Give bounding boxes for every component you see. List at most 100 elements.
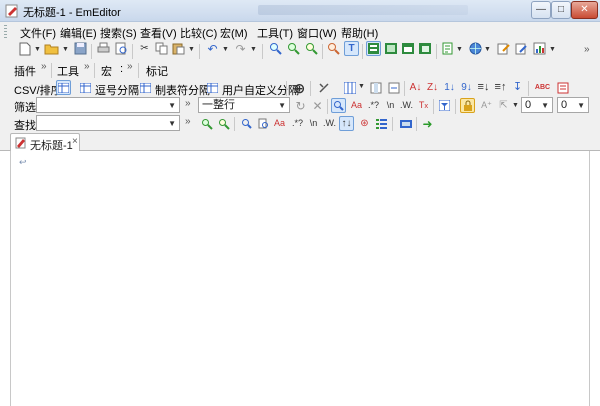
find-regex-icon[interactable]: .*? xyxy=(290,116,305,131)
globe-icon[interactable] xyxy=(468,41,483,56)
filter-column-icon[interactable] xyxy=(437,98,452,113)
copy-icon[interactable] xyxy=(154,41,169,56)
context-lines-after-arrow[interactable]: ▼ xyxy=(577,99,585,113)
add-column-icon[interactable]: ⊕ xyxy=(292,80,307,95)
split-window-icon[interactable] xyxy=(383,41,398,56)
find-highlight-icon[interactable]: ↑↓ xyxy=(339,116,354,131)
sort-length-descending-icon[interactable]: ≡↑ xyxy=(493,80,508,95)
filter-overflow-chevron[interactable]: » xyxy=(185,98,191,109)
tab-separated-icon[interactable] xyxy=(138,80,153,95)
column-width-icon[interactable] xyxy=(386,80,401,95)
toggle-highlight-icon[interactable]: T xyxy=(344,41,359,56)
context-lines-after-select[interactable]: 0 ▼ xyxy=(557,97,589,113)
find-bookmark-icon[interactable]: ⊛ xyxy=(357,116,372,131)
chart-icon[interactable] xyxy=(532,41,547,56)
find-in-files-icon[interactable] xyxy=(256,116,271,131)
menu-view[interactable]: 查看(V) xyxy=(140,25,177,41)
find-input[interactable]: ▼ xyxy=(36,115,180,131)
macros-overflow-chevron[interactable]: » xyxy=(127,61,133,72)
open-folder-icon[interactable] xyxy=(44,41,59,56)
find-next-icon[interactable] xyxy=(286,41,301,56)
sort-custom-icon[interactable]: ↧ xyxy=(510,80,525,95)
redo-icon[interactable]: ↷ xyxy=(233,41,248,56)
menu-help[interactable]: 帮助(H) xyxy=(341,25,378,41)
match-case-icon[interactable]: Aa xyxy=(349,98,364,113)
view-mode-icon[interactable] xyxy=(366,41,381,56)
find-whole-word-icon[interactable]: .W. xyxy=(322,116,337,131)
column-layout-icon[interactable] xyxy=(342,80,357,95)
select-column-icon[interactable] xyxy=(368,80,383,95)
find-dropdown-arrow[interactable]: ▼ xyxy=(168,117,176,131)
fix-column-icon[interactable] xyxy=(316,80,331,95)
close-tab-icon[interactable]: × xyxy=(72,136,78,147)
lock-filter-icon[interactable] xyxy=(460,98,475,113)
sort-numeric-descending-icon[interactable]: 9↓ xyxy=(459,80,474,95)
replace-icon[interactable] xyxy=(326,41,341,56)
filter-search-icon[interactable] xyxy=(331,98,346,113)
document-properties-icon[interactable] xyxy=(440,41,455,56)
filter-share-icon[interactable]: ⇱ xyxy=(496,98,511,113)
find-overflow-chevron[interactable]: » xyxy=(185,116,191,127)
user-defined-separated-icon[interactable] xyxy=(205,80,220,95)
context-lines-before-arrow[interactable]: ▼ xyxy=(541,99,549,113)
tools-overflow-chevron[interactable]: » xyxy=(84,61,90,72)
menu-macro[interactable]: 宏(M) xyxy=(220,25,248,41)
whole-word-icon[interactable]: .W. xyxy=(399,98,414,113)
sort-length-icon[interactable]: ≡↓ xyxy=(476,80,491,95)
document-tab[interactable]: 无标题-1 × xyxy=(10,133,80,152)
find-match-case-icon[interactable]: Aa xyxy=(272,116,287,131)
menu-search[interactable]: 搜索(S) xyxy=(100,25,137,41)
close-button[interactable]: ✕ xyxy=(571,1,598,19)
filter-input[interactable]: ▼ xyxy=(36,97,180,113)
new-file-icon[interactable] xyxy=(17,41,32,56)
find-toolbar-options-icon[interactable] xyxy=(398,116,413,131)
column-layout-dropdown-arrow[interactable]: ▼ xyxy=(358,83,365,90)
spell-check-icon[interactable]: ABC xyxy=(535,80,550,95)
comma-separated-icon[interactable] xyxy=(78,80,93,95)
cut-icon[interactable]: ✂ xyxy=(137,41,152,56)
customize-icon[interactable] xyxy=(496,41,511,56)
new-dropdown-arrow[interactable]: ▼ xyxy=(34,46,41,53)
save-icon[interactable] xyxy=(73,41,88,56)
find-escape-sequence-icon[interactable]: \n xyxy=(306,116,321,131)
escape-sequence-icon[interactable]: \n xyxy=(383,98,398,113)
open-dropdown-arrow[interactable]: ▼ xyxy=(62,46,69,53)
properties-dropdown-arrow[interactable]: ▼ xyxy=(456,46,463,53)
go-arrow-icon[interactable]: ➜ xyxy=(420,116,435,131)
context-lines-before-select[interactable]: 0 ▼ xyxy=(521,97,553,113)
toolbar-overflow-chevron[interactable]: » xyxy=(584,44,590,55)
minimize-button[interactable]: — xyxy=(531,1,551,19)
paste-icon[interactable] xyxy=(171,41,186,56)
regex-icon[interactable]: .*? xyxy=(366,98,381,113)
csv-normal-mode-icon[interactable] xyxy=(56,80,71,95)
chart-dropdown-arrow[interactable]: ▼ xyxy=(549,46,556,53)
clear-filter-icon[interactable]: ✕ xyxy=(310,98,325,113)
menu-grip[interactable] xyxy=(4,25,7,38)
paste-dropdown-arrow[interactable]: ▼ xyxy=(188,46,195,53)
sort-descending-icon[interactable]: Z↓ xyxy=(425,80,440,95)
find-icon[interactable] xyxy=(268,41,283,56)
csv-export-icon[interactable] xyxy=(555,80,570,95)
filter-dropdown-arrow[interactable]: ▼ xyxy=(168,99,176,113)
menu-file[interactable]: 文件(F) xyxy=(20,25,56,41)
configuration-icon[interactable] xyxy=(514,41,529,56)
maximize-button[interactable]: □ xyxy=(551,1,571,19)
print-preview-icon[interactable] xyxy=(114,41,129,56)
filter-mode-select[interactable]: 一整行 ▼ xyxy=(198,97,290,113)
menu-compare[interactable]: 比较(C) xyxy=(180,25,217,41)
sort-numeric-ascending-icon[interactable]: 1↓ xyxy=(442,80,457,95)
menu-edit[interactable]: 编辑(E) xyxy=(60,25,97,41)
menu-tools[interactable]: 工具(T) xyxy=(257,25,293,41)
find-previous-green-icon[interactable] xyxy=(216,116,231,131)
advanced-filter-icon[interactable]: A⁺ xyxy=(479,98,494,113)
filter-mode-dropdown-arrow[interactable]: ▼ xyxy=(278,99,286,113)
find-extract-icon[interactable] xyxy=(374,116,389,131)
text-editor-area[interactable]: ↩ xyxy=(10,151,590,406)
find-dialog-icon[interactable] xyxy=(239,116,254,131)
cascade-windows-icon[interactable] xyxy=(417,41,432,56)
redo-dropdown-arrow[interactable]: ▼ xyxy=(250,46,257,53)
find-next-green-icon[interactable] xyxy=(199,116,214,131)
find-previous-icon[interactable] xyxy=(304,41,319,56)
undo-icon[interactable]: ↶ xyxy=(205,41,220,56)
negative-filter-icon[interactable]: Tx xyxy=(416,98,431,113)
